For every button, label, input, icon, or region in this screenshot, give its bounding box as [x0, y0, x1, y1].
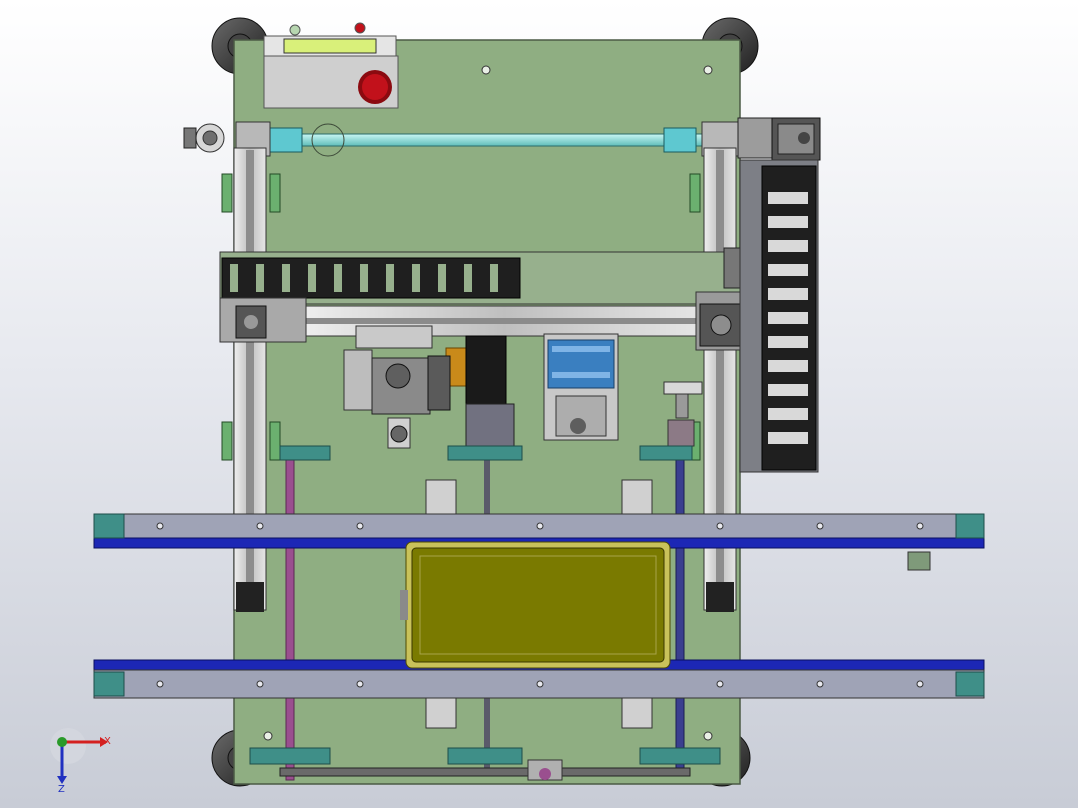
- triad-y-axis: [57, 737, 67, 747]
- stepper-motor-top-right[interactable]: [737, 117, 821, 161]
- indicator-light: [289, 24, 301, 36]
- drag-chain-horizontal: [221, 257, 521, 299]
- triad-z-label: Z: [58, 784, 65, 795]
- conveyor-sensor: [907, 551, 931, 571]
- drag-chain-vertical: [739, 159, 819, 473]
- product-tray[interactable]: [400, 541, 671, 669]
- coupling-right: [663, 127, 697, 153]
- gantry-horizontal-beam[interactable]: [219, 247, 753, 351]
- coupling-left: [269, 127, 303, 153]
- cad-viewport[interactable]: X Z: [0, 0, 1078, 808]
- triad-x-label: X: [104, 736, 111, 747]
- axis-triad: X Z: [50, 728, 111, 795]
- indicator-light-red: [354, 22, 366, 34]
- control-panel[interactable]: [263, 22, 399, 109]
- vision-unit[interactable]: [543, 333, 619, 441]
- lcd-display: [283, 38, 377, 54]
- servo-motor[interactable]: [465, 403, 515, 447]
